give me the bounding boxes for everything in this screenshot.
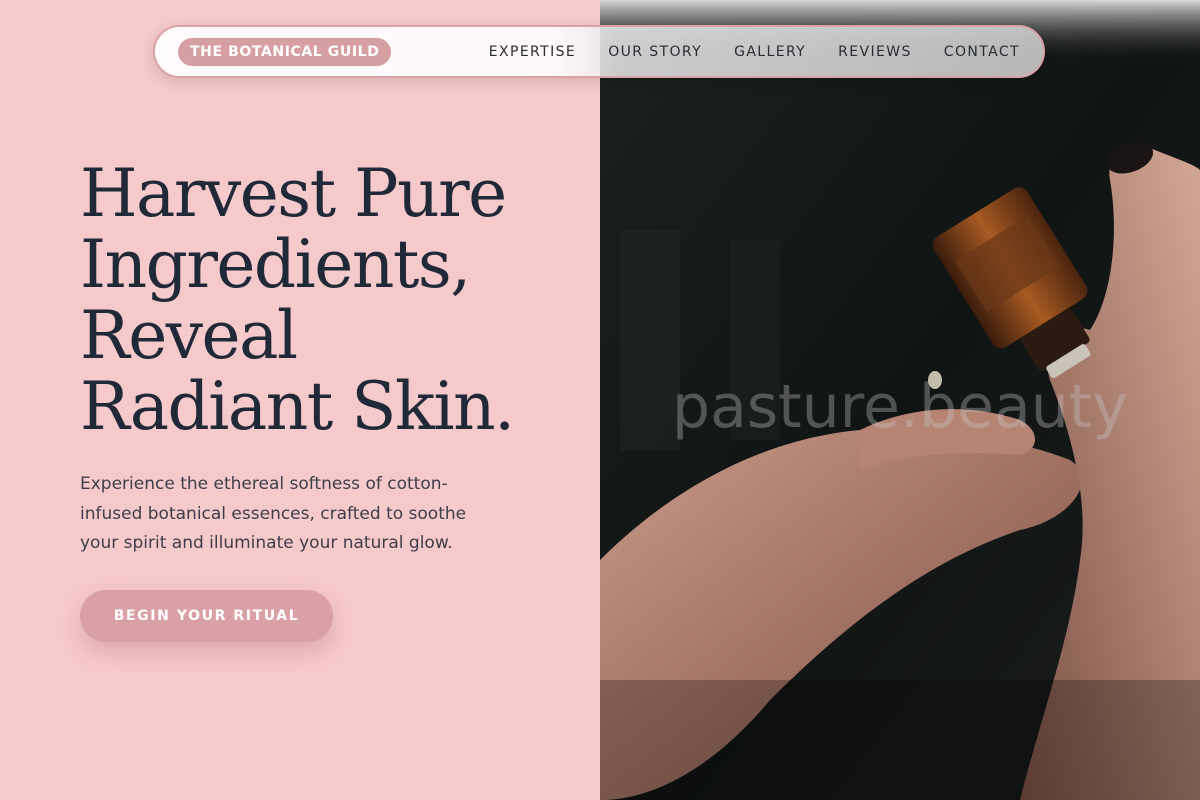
top-navigation: THE BOTANICAL GUILD EXPERTISE OUR STORY … (153, 25, 1045, 78)
headline-line: Ingredients, (80, 226, 471, 303)
hero-headline: Harvest Pure Ingredients, Reveal Radiant… (80, 158, 580, 442)
hero-image (600, 0, 1200, 800)
headline-line: Reveal (80, 297, 298, 374)
essential-oil-photo (600, 0, 1200, 800)
nav-links: EXPERTISE OUR STORY GALLERY REVIEWS CONT… (489, 27, 1020, 76)
brand-logo[interactable]: THE BOTANICAL GUILD (178, 38, 392, 66)
nav-link-reviews[interactable]: REVIEWS (838, 44, 912, 60)
nav-link-gallery[interactable]: GALLERY (734, 44, 806, 60)
nav-link-contact[interactable]: CONTACT (944, 44, 1020, 60)
headline-line: Radiant Skin. (80, 368, 515, 445)
begin-ritual-button[interactable]: BEGIN YOUR RITUAL (80, 590, 333, 642)
hero-subtext: Experience the ethereal softness of cott… (80, 474, 467, 553)
nav-link-our-story[interactable]: OUR STORY (608, 44, 702, 60)
headline-line: Harvest Pure (80, 155, 507, 232)
nav-link-expertise[interactable]: EXPERTISE (489, 44, 576, 60)
